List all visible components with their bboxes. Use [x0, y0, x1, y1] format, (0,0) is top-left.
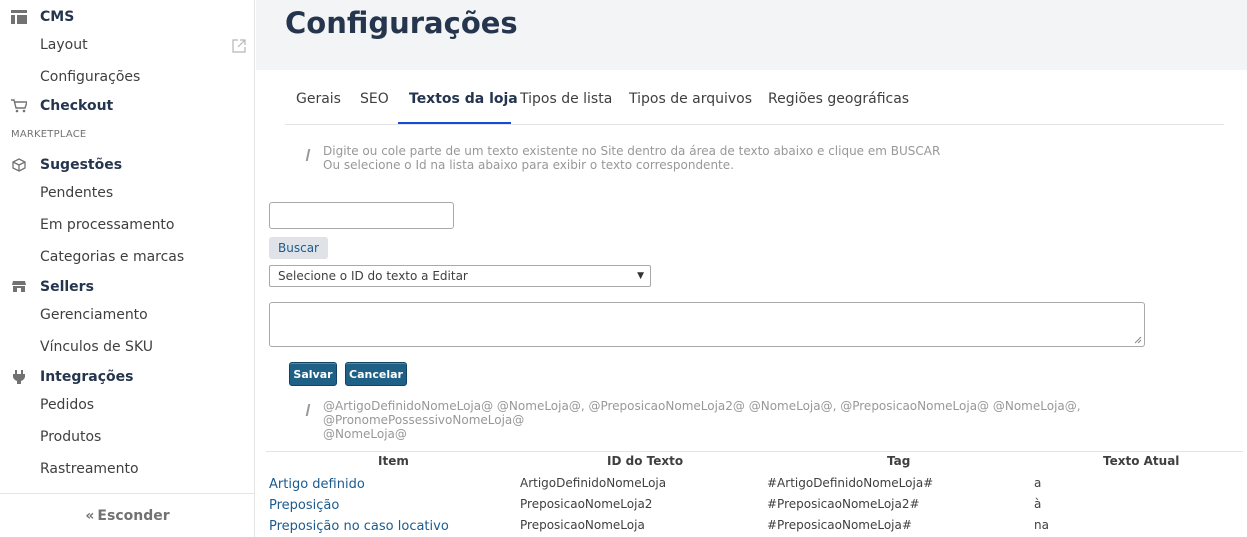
info-icon	[305, 404, 311, 416]
sidebar-item-layout[interactable]: Layout	[40, 35, 88, 55]
plug-icon	[10, 370, 28, 384]
info-line: Ou selecione o Id na lista abaixo para e…	[323, 158, 734, 172]
info-line: Digite ou cole parte de um texto existen…	[323, 144, 941, 158]
cancelar-button[interactable]: Cancelar	[345, 362, 407, 386]
tab-tipos-de-arquivos[interactable]: Tipos de arquivos	[629, 90, 752, 124]
resize-grip-icon[interactable]	[1134, 336, 1142, 344]
cell-texto: na	[1034, 518, 1049, 532]
cell-texto: a	[1034, 476, 1042, 490]
cell-id: ArtigoDefinidoNomeLoja	[520, 476, 667, 490]
info-line: @ArtigoDefinidoNomeLoja@ @NomeLoja@, @Pr…	[323, 399, 1081, 427]
salvar-button[interactable]: Salvar	[289, 362, 337, 386]
search-input[interactable]	[269, 202, 454, 229]
sidebar-section-label: CMS	[40, 9, 75, 25]
sidebar-section-integracoes[interactable]: Integrações	[0, 366, 133, 388]
sidebar-section-sellers[interactable]: Sellers	[0, 276, 94, 298]
item-link[interactable]: Preposição no caso locativo	[269, 519, 449, 534]
sidebar-item-em-processamento[interactable]: Em processamento	[40, 215, 175, 235]
column-header-texto-atual: Texto Atual	[1103, 454, 1180, 468]
sidebar-item-vinculos-de-sku[interactable]: Vínculos de SKU	[40, 337, 153, 357]
active-tab-indicator	[398, 122, 511, 124]
sidebar-section-label: Checkout	[40, 98, 114, 114]
cell-tag: #PreposicaoNomeLoja#	[767, 518, 912, 532]
cell-tag: #PreposicaoNomeLoja2#	[767, 497, 920, 511]
tab-gerais[interactable]: Gerais	[296, 90, 341, 124]
column-header-tag: Tag	[887, 454, 911, 468]
info-icon	[305, 149, 311, 161]
column-header-item: Item	[378, 454, 409, 468]
cell-texto: à	[1034, 497, 1042, 511]
table-header: Item ID do Texto Tag Texto Atual	[266, 451, 1243, 468]
page-header: Configurações	[256, 0, 1247, 70]
sidebar-item-gerenciamento[interactable]: Gerenciamento	[40, 305, 148, 325]
select-value: Selecione o ID do texto a Editar	[278, 269, 468, 283]
text-editor-textarea[interactable]	[269, 302, 1145, 347]
tab-textos-da-loja[interactable]: Textos da loja	[409, 90, 518, 124]
cell-id: PreposicaoNomeLoja2	[520, 497, 653, 511]
box-icon	[10, 158, 28, 172]
item-link[interactable]: Artigo definido	[269, 477, 365, 492]
sidebar-item-configuracoes[interactable]: Configurações	[40, 67, 140, 87]
sidebar-item-categorias-e-marcas[interactable]: Categorias e marcas	[40, 247, 184, 267]
store-icon	[10, 280, 28, 294]
sidebar-item-rastreamento[interactable]: Rastreamento	[40, 459, 139, 479]
info-text: Digite ou cole parte de um texto existen…	[323, 144, 940, 172]
cell-id: PreposicaoNomeLoja	[520, 518, 645, 532]
sidebar-section-label: Sugestões	[40, 157, 123, 173]
sidebar-item-pendentes[interactable]: Pendentes	[40, 183, 113, 203]
hide-sidebar-button[interactable]: « Esconder	[0, 493, 255, 537]
sidebar-section-cms[interactable]: CMS	[0, 6, 74, 28]
tab-regioes-geograficas[interactable]: Regiões geográficas	[768, 90, 909, 124]
info-line: @NomeLoja@	[323, 427, 407, 441]
sidebar-section-label: Integrações	[40, 369, 134, 385]
sidebar-group-label: MARKETPLACE	[11, 129, 87, 140]
text-id-select[interactable]: Selecione o ID do texto a Editar ▼	[269, 265, 651, 287]
external-link-icon[interactable]	[232, 39, 246, 53]
sidebar-section-checkout[interactable]: Checkout	[0, 95, 113, 117]
chevron-left-icon: «	[85, 507, 95, 524]
tab-tipos-de-lista[interactable]: Tipos de lista	[520, 90, 612, 124]
sidebar-section-label: Sellers	[40, 279, 94, 295]
cart-icon	[10, 99, 28, 113]
hide-sidebar-label: Esconder	[97, 507, 170, 524]
layout-icon	[10, 10, 28, 24]
tab-bar: Gerais SEO Textos da loja Tipos de lista…	[285, 80, 1224, 125]
sidebar: CMS Layout Configurações Checkout MARKET…	[0, 0, 255, 537]
sidebar-item-pedidos[interactable]: Pedidos	[40, 395, 94, 415]
tags-info-text: @ArtigoDefinidoNomeLoja@ @NomeLoja@, @Pr…	[323, 399, 1247, 441]
item-link[interactable]: Preposição	[269, 498, 339, 513]
dropdown-arrow-icon: ▼	[637, 271, 644, 281]
buscar-button[interactable]: Buscar	[269, 237, 328, 259]
sidebar-item-produtos[interactable]: Produtos	[40, 427, 101, 447]
sidebar-section-sugestoes[interactable]: Sugestões	[0, 154, 122, 176]
tab-seo[interactable]: SEO	[360, 90, 389, 124]
cell-tag: #ArtigoDefinidoNomeLoja#	[767, 476, 934, 490]
column-header-id: ID do Texto	[607, 454, 684, 468]
page-title: Configurações	[285, 6, 518, 40]
